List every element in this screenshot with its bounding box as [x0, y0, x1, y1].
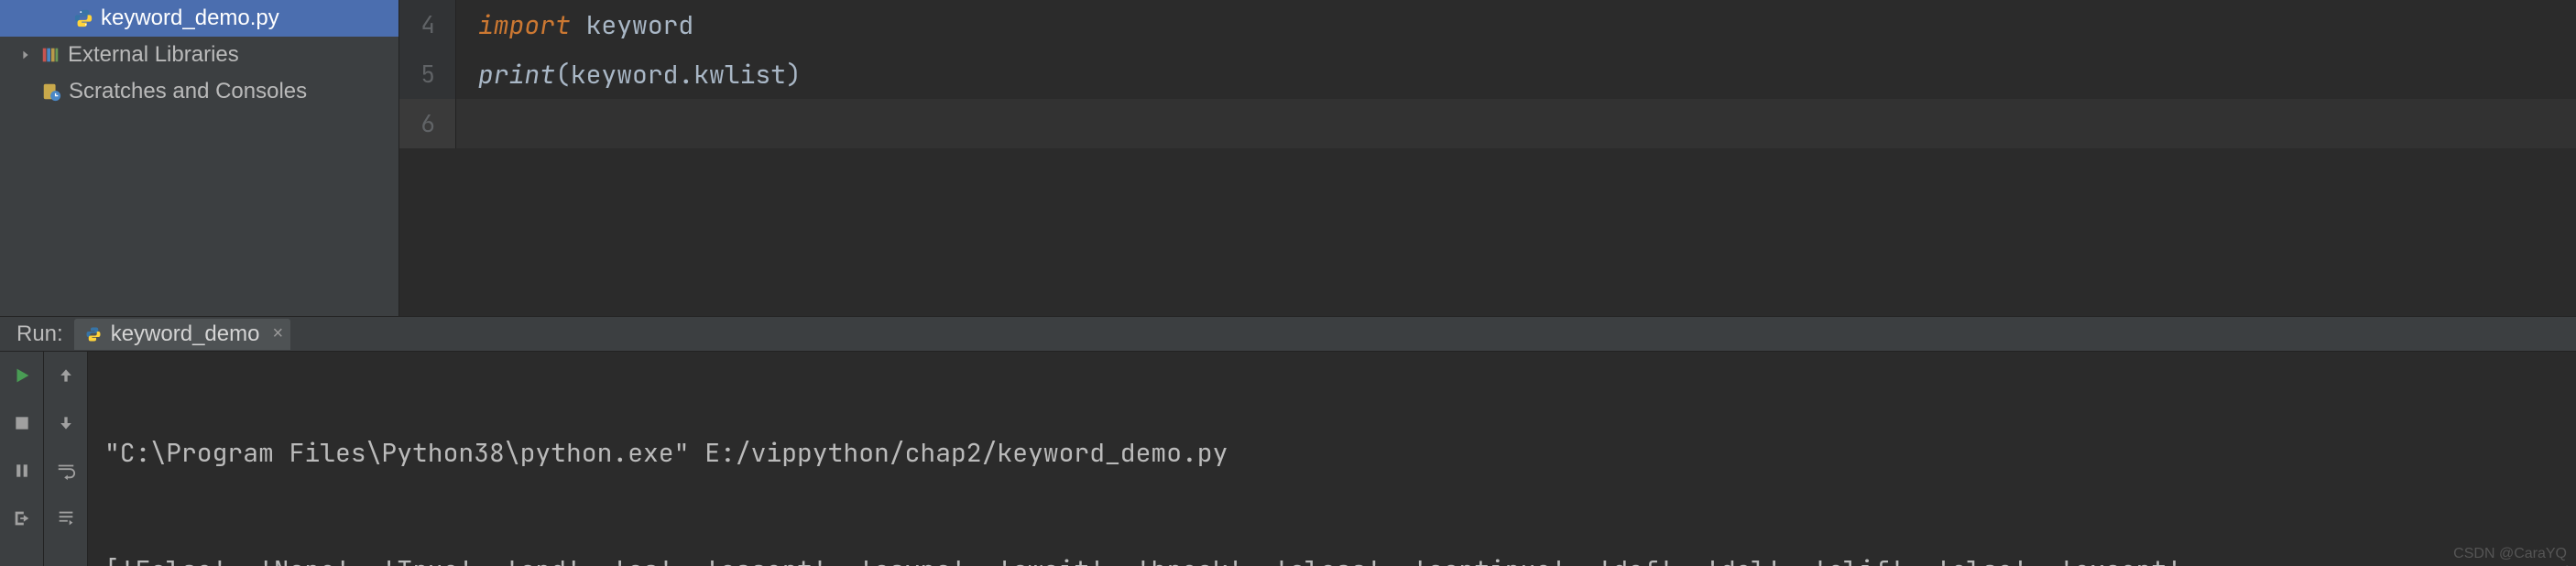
tree-file-keyword-demo[interactable]: keyword_demo.py: [0, 0, 398, 37]
close-icon[interactable]: ×: [267, 323, 283, 344]
console-text: ['False', 'None', 'True', 'and', 'as', '…: [104, 546, 2213, 566]
console-text: "C:\Program Files\Python38\python.exe" E…: [104, 429, 1228, 478]
code-editor[interactable]: 4 import keyword 5 print(keyword.kwlist)…: [399, 0, 2576, 316]
pause-button[interactable]: [7, 456, 37, 485]
gutter-line-number: 6: [399, 99, 456, 148]
console-line: "C:\Program Files\Python38\python.exe" E…: [104, 429, 2560, 478]
watermark: CSDN @CaraYQ: [2453, 546, 2567, 562]
tree-external-libraries[interactable]: External Libraries: [0, 37, 398, 73]
run-toolbar-primary: [0, 352, 44, 566]
project-tree[interactable]: keyword_demo.py External Libraries Scrat…: [0, 0, 399, 316]
tree-scratches-label: Scratches and Consoles: [69, 79, 307, 104]
scratches-icon: [41, 82, 61, 102]
run-body: "C:\Program Files\Python38\python.exe" E…: [0, 352, 2576, 566]
gutter-line-number: 5: [399, 49, 456, 99]
editor-line-6[interactable]: 6: [399, 99, 2576, 148]
tree-scratches[interactable]: Scratches and Consoles: [0, 73, 398, 110]
run-tab[interactable]: keyword_demo ×: [74, 319, 290, 350]
code-content[interactable]: import keyword: [456, 8, 693, 42]
run-header: Run: keyword_demo ×: [0, 317, 2576, 352]
library-icon: [40, 45, 60, 65]
rerun-button[interactable]: [7, 361, 37, 390]
tree-file-label: keyword_demo.py: [101, 5, 279, 31]
stop-button[interactable]: [7, 408, 37, 438]
gutter-line-number: 4: [399, 0, 456, 49]
soft-wrap-button[interactable]: [51, 456, 81, 485]
run-toolbar-secondary: [44, 352, 88, 566]
editor-empty-area[interactable]: [399, 148, 2576, 316]
run-tool-window: Run: keyword_demo ×: [0, 316, 2576, 566]
scroll-to-end-button[interactable]: [51, 504, 81, 533]
top-area: keyword_demo.py External Libraries Scrat…: [0, 0, 2576, 316]
run-tab-label: keyword_demo: [111, 321, 260, 347]
console-line: ['False', 'None', 'True', 'and', 'as', '…: [104, 546, 2560, 566]
run-label: Run:: [16, 321, 63, 347]
tree-ext-lib-label: External Libraries: [68, 42, 239, 68]
up-arrow-button[interactable]: [51, 361, 81, 390]
code-content[interactable]: print(keyword.kwlist): [456, 58, 802, 92]
editor-line-5[interactable]: 5 print(keyword.kwlist): [399, 49, 2576, 99]
console-output[interactable]: "C:\Program Files\Python38\python.exe" E…: [88, 352, 2576, 566]
python-file-icon: [73, 8, 93, 28]
down-arrow-button[interactable]: [51, 408, 81, 438]
editor-line-4[interactable]: 4 import keyword: [399, 0, 2576, 49]
exit-button[interactable]: [7, 504, 37, 533]
chevron-right-icon[interactable]: [18, 48, 33, 62]
python-file-icon: [83, 324, 104, 344]
